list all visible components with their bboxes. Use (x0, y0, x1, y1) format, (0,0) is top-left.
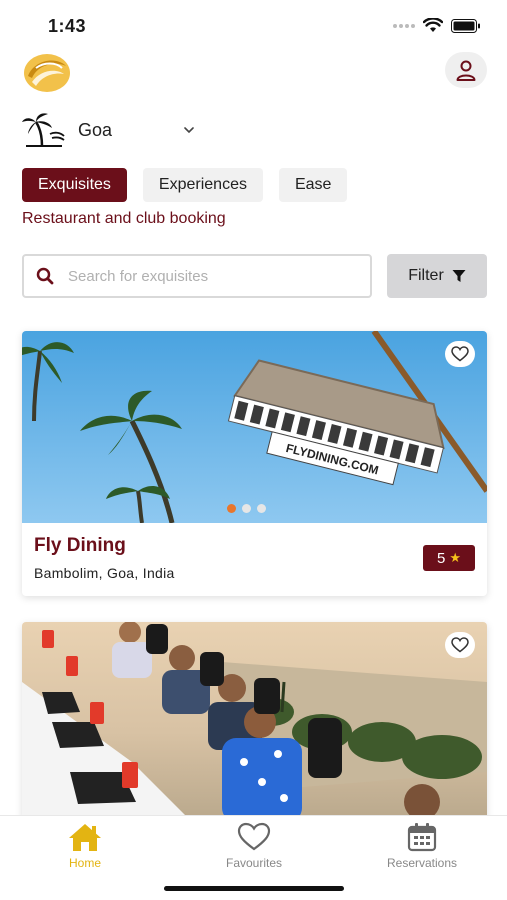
venue-location: Bambolim, Goa, India (34, 565, 175, 581)
tab-exquisites[interactable]: Exquisites (22, 168, 127, 202)
palm-tree-icon (22, 113, 65, 147)
calendar-icon (407, 823, 437, 852)
battery-icon (451, 18, 480, 33)
filter-button[interactable]: Filter (387, 254, 487, 298)
dining-group-photo (22, 622, 487, 822)
fly-dining-photo: FLYDINING.COM (22, 331, 487, 523)
filter-label: Filter (408, 267, 444, 284)
star-icon: ★ (449, 550, 461, 565)
nav-reservations[interactable]: Reservations (362, 822, 482, 870)
profile-icon (456, 60, 476, 81)
carousel-dot[interactable] (257, 504, 266, 513)
heart-icon (451, 346, 469, 362)
rating-value: 5 (437, 549, 446, 567)
tab-experiences[interactable]: Experiences (142, 168, 263, 202)
search-icon (36, 267, 54, 285)
favourite-button[interactable] (445, 632, 475, 658)
logo-icon (24, 54, 70, 92)
nav-reservations-label: Reservations (386, 856, 458, 870)
filter-icon (452, 270, 466, 282)
carousel-dot[interactable] (227, 504, 236, 513)
wifi-icon (423, 18, 443, 32)
tab-description: Restaurant and club booking (22, 210, 226, 227)
category-tabs: Exquisites Experiences Ease (22, 168, 348, 202)
app-header (0, 48, 507, 98)
rating-badge: 5 ★ (423, 545, 475, 571)
location-name: Goa (78, 119, 113, 140)
chevron-down-icon (184, 127, 194, 134)
heart-icon (451, 637, 469, 653)
nav-favourites[interactable]: Favourites (194, 822, 314, 870)
signal-icon (393, 23, 415, 28)
profile-button[interactable] (445, 52, 487, 88)
home-indicator (164, 886, 344, 891)
nav-home-label: Home (68, 856, 101, 870)
status-bar: 1:43 (0, 0, 507, 48)
venue-card[interactable] (22, 622, 487, 822)
home-icon (69, 824, 101, 851)
venue-image[interactable] (22, 622, 487, 822)
heart-icon (237, 822, 271, 851)
status-icons (393, 18, 481, 33)
venue-title: Fly Dining (34, 535, 126, 556)
location-selector[interactable]: Goa (22, 110, 196, 150)
status-time: 1:43 (48, 16, 87, 36)
tab-ease[interactable]: Ease (278, 168, 348, 202)
carousel-dot[interactable] (242, 504, 251, 513)
favourite-button[interactable] (445, 341, 475, 367)
carousel-indicator (227, 504, 266, 513)
nav-home[interactable]: Home (25, 822, 145, 870)
venue-image[interactable]: FLYDINING.COM (22, 331, 487, 523)
nav-favourites-label: Favourites (225, 856, 283, 870)
venue-card[interactable]: FLYDINING.COM Fly Dining Bambolim, Goa, … (22, 331, 487, 596)
search-box[interactable] (22, 254, 372, 298)
search-input[interactable] (68, 267, 348, 285)
